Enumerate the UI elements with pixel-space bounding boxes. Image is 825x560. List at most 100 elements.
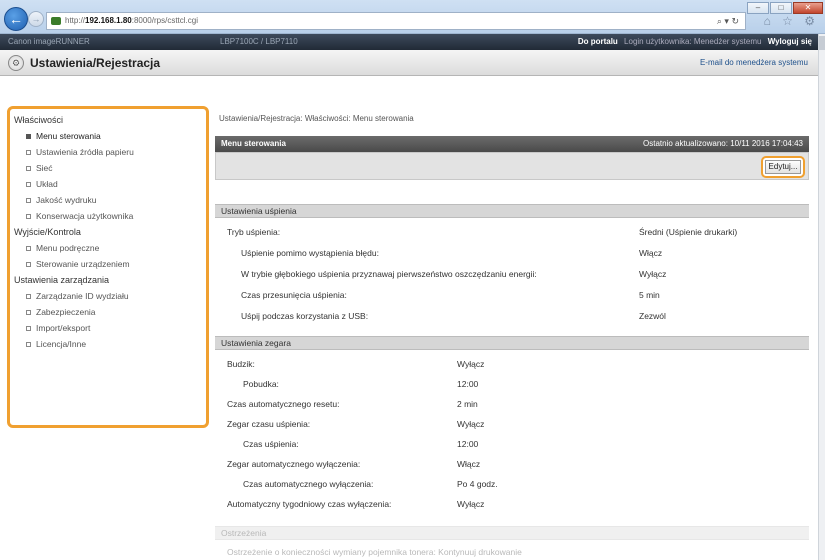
setting-value: Wyłącz [639,269,667,279]
setting-label: Czas uśpienia: [243,439,299,449]
setting-value: Zezwól [639,311,666,321]
sidebar-item-print-quality[interactable]: Jakość wydruku [10,192,206,208]
sidebar-item-utility-menu[interactable]: Menu podręczne [10,240,206,256]
setting-label: Budzik: [227,359,255,369]
forward-arrow-icon[interactable]: → [28,11,44,27]
sidebar-item-label: Ustawienia źródła papieru [36,147,134,157]
section-sleep-settings: Ustawienia uśpienia [215,204,809,218]
edit-button[interactable]: Edytuj... [765,160,801,174]
sidebar-item-device-control[interactable]: Sterowanie urządzeniem [10,256,206,272]
minimize-button[interactable]: – [747,2,769,14]
bullet-icon [26,198,31,204]
setting-value: Średni (Uśpienie drukarki) [639,227,738,237]
setting-row: Zegar czasu uśpienia: Wyłącz [215,419,809,431]
sidebar-item-security[interactable]: Zabezpieczenia [10,304,206,320]
setting-value: Włącz [457,459,481,469]
sidebar-item-network[interactable]: Sieć [10,160,206,176]
setting-label: Tryb uśpienia: [227,227,281,237]
setting-value: 12:00 [457,439,479,449]
breadcrumb: Ustawienia/Rejestracja: Właściwości: Men… [219,114,414,123]
setting-label: Czas automatycznego wyłączenia: [243,479,374,489]
panel-toolbar: Edytuj... [215,152,809,180]
url-prefix: http:// [65,16,86,25]
setting-row: Czas przesunięcia uśpienia: 5 min [215,290,809,302]
window-controls: – □ ✕ [747,2,823,14]
setting-label: Uśpij podczas korzystania z USB: [241,311,369,321]
bullet-icon [26,150,31,156]
sidebar-item-paper-source[interactable]: Ustawienia źródła papieru [10,144,206,160]
address-bar[interactable]: http://192.168.1.80:8000/rps/csttcl.cgi … [46,12,746,30]
main-content: Ustawienia/Rejestracja: Właściwości: Men… [215,106,809,560]
setting-row: Ostrzeżenie o konieczności wymiany pojem… [215,547,809,559]
bullet-icon [26,214,31,220]
setting-value: Wyłącz [457,419,485,429]
sidebar-item-label: Import/eksport [36,323,91,333]
setting-row: Budzik: Wyłącz [215,359,809,371]
url-host: 192.168.1.80 [85,16,132,25]
maximize-button[interactable]: □ [770,2,792,14]
last-updated: Ostatnio aktualizowano: 10/11 2016 17:04… [643,139,803,148]
portal-links: Do portalu Login użytkownika: Menedżer s… [574,34,812,50]
panel-title: Menu sterowania [221,139,286,148]
site-icon [51,17,61,25]
setting-value: 12:00 [457,379,479,389]
email-admin-link[interactable]: E-mail do menedżera systemu [700,58,808,67]
setting-value: Wyłącz [457,359,485,369]
browser-titlebar: – □ ✕ ← → http://192.168.1.80:8000/rps/c… [0,0,825,34]
sidebar-item-label: Układ [36,179,58,189]
search-refresh-icon[interactable]: ⌕ ▾ ↻ [717,13,739,29]
setting-value: 2 min [457,399,478,409]
setting-row: Uśpienie pomimo wystąpienia błędu: Włącz [215,248,809,260]
scrollbar-thumb[interactable] [819,36,825,50]
home-star-gear-icon[interactable]: ⌂ ☆ ⚙ [764,14,819,28]
section-timer-settings: Ustawienia zegara [215,336,809,350]
login-user-text: Login użytkownika: Menedżer systemu [624,37,762,46]
setting-value: 5 min [639,290,660,300]
sidebar-item-import-export[interactable]: Import/eksport [10,320,206,336]
setting-label: Zegar czasu uśpienia: [227,419,311,429]
setting-value: Wyłącz [457,499,485,509]
device-model: LBP7100C / LBP7110 [220,37,298,46]
bullet-icon [26,246,31,252]
app-header: ⚙ Ustawienia/Rejestracja E-mail do mened… [0,50,818,76]
sidebar-item-label: Zabezpieczenia [36,307,96,317]
setting-label: Automatyczny tygodniowy czas wyłączenia: [227,499,392,509]
portal-link[interactable]: Do portalu [578,37,618,46]
bullet-icon [26,310,31,316]
setting-row: Czas automatycznego wyłączenia: Po 4 god… [215,479,809,491]
sidebar-item-label: Menu sterowania [36,131,101,141]
bullet-icon [26,182,31,188]
sidebar-group-management: Ustawienia zarządzania [14,275,110,285]
settings-logo-icon: ⚙ [8,55,24,71]
sidebar-item-label: Konserwacja użytkownika [36,211,134,221]
edit-button-highlight: Edytuj... [761,156,805,178]
sidebar-item-license[interactable]: Licencja/Inne [10,336,206,352]
close-button[interactable]: ✕ [793,2,823,14]
bullet-icon [26,134,31,140]
sidebar-item-label: Sterowanie urządzeniem [36,259,130,269]
setting-row: Uśpij podczas korzystania z USB: Zezwól [215,311,809,323]
device-name: Canon imageRUNNER [8,37,90,46]
sidebar-item-department-id[interactable]: Zarządzanie ID wydziału [10,288,206,304]
setting-row: W trybie głębokiego uśpienia przyznawaj … [215,269,809,281]
sidebar-item-layout[interactable]: Układ [10,176,206,192]
sidebar-item-control-menu[interactable]: Menu sterowania [10,128,206,144]
setting-label: W trybie głębokiego uśpienia przyznawaj … [241,269,537,279]
setting-row: Czas uśpienia: 12:00 [215,439,809,451]
setting-label: Zegar automatycznego wyłączenia: [227,459,361,469]
logout-link[interactable]: Wyloguj się [768,37,812,46]
sidebar-item-user-maintenance[interactable]: Konserwacja użytkownika [10,208,206,224]
setting-label: Pobudka: [243,379,279,389]
back-arrow-icon[interactable]: ← [4,7,28,31]
url-path: :8000/rps/csttcl.cgi [131,16,198,25]
sidebar: Właściwości Menu sterowania Ustawienia ź… [7,106,209,428]
setting-value: Włącz [639,248,663,258]
bullet-icon [26,166,31,172]
sidebar-item-label: Sieć [36,163,53,173]
bullet-icon [26,262,31,268]
sidebar-group-properties: Właściwości [14,115,64,125]
page-scrollbar[interactable] [818,34,825,560]
sidebar-item-label: Licencja/Inne [36,339,87,349]
setting-row: Tryb uśpienia: Średni (Uśpienie drukarki… [215,227,809,239]
sidebar-group-output: Wyjście/Kontrola [14,227,81,237]
